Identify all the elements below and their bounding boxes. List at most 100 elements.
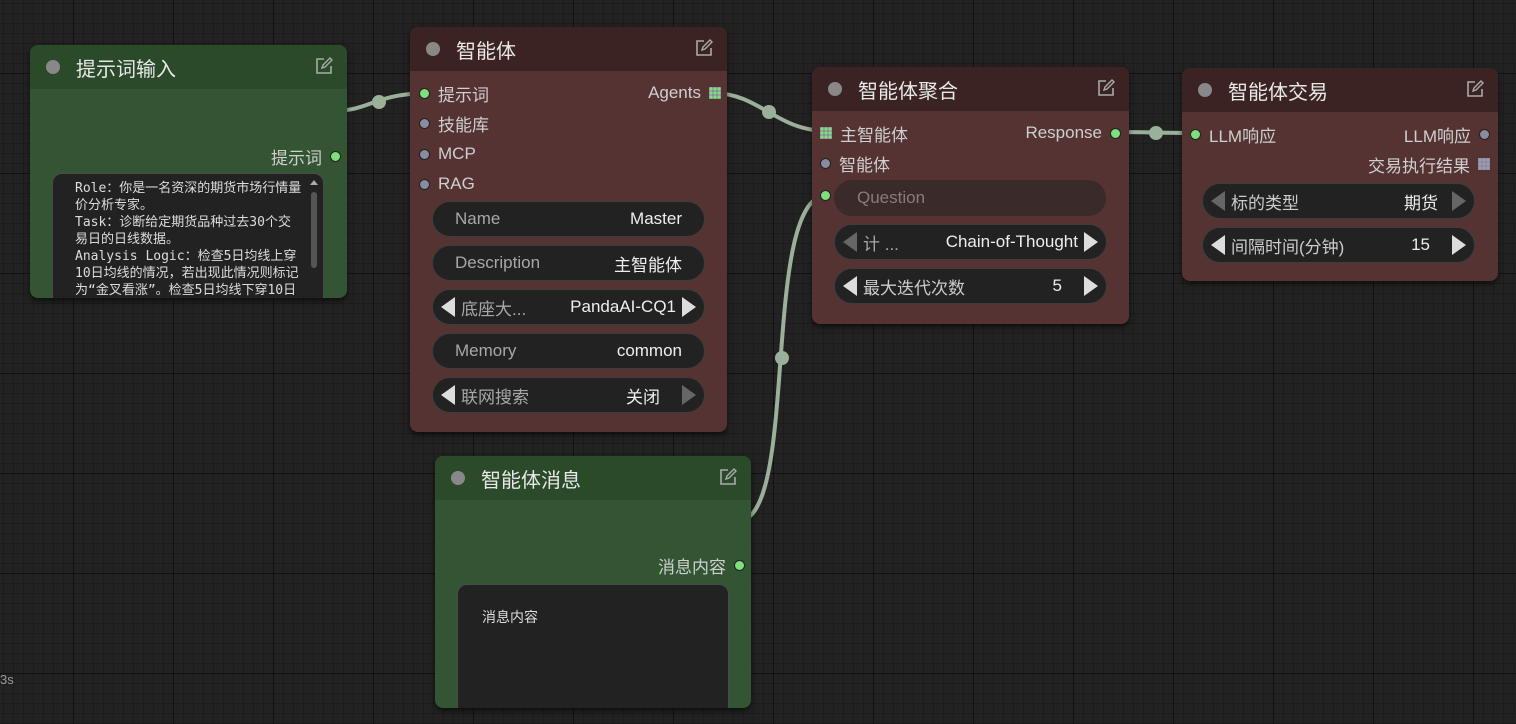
scroll-thumb[interactable] xyxy=(311,192,317,268)
trade-title-bar[interactable]: 智能体交易 xyxy=(1182,68,1498,112)
arrow-right-icon[interactable] xyxy=(1084,276,1098,296)
output-slot-agents[interactable]: Agents xyxy=(648,82,721,104)
node-title: 智能体消息 xyxy=(481,469,581,492)
name-field[interactable]: Name Master xyxy=(432,201,705,237)
output-pin[interactable] xyxy=(1110,127,1121,139)
arrow-left-icon[interactable] xyxy=(843,276,857,296)
slot-label: LLM响应 xyxy=(1209,126,1277,146)
arrow-right-icon[interactable] xyxy=(1084,232,1098,252)
memory-field[interactable]: Memory common xyxy=(432,333,705,369)
message-text: 消息内容 xyxy=(482,609,538,625)
scrollbar[interactable] xyxy=(310,180,318,298)
widget-label: 标的类型 xyxy=(1231,193,1299,213)
output-pin-grid-icon[interactable] xyxy=(709,87,721,99)
output-slot-response[interactable]: Response xyxy=(1025,122,1121,144)
output-slot-trade-result[interactable]: 交易执行结果 xyxy=(1368,153,1490,176)
output-pin[interactable] xyxy=(330,150,341,162)
slot-label: Response xyxy=(1025,123,1102,142)
max-iterations-stepper[interactable]: 最大迭代次数 5 xyxy=(834,268,1107,304)
arrow-left-icon[interactable] xyxy=(843,232,857,252)
slot-label: LLM响应 xyxy=(1403,126,1471,146)
arrow-left-icon[interactable] xyxy=(1211,191,1225,211)
arrow-right-icon[interactable] xyxy=(1452,191,1466,211)
collapse-dot-icon[interactable] xyxy=(451,471,465,485)
message-textarea[interactable]: 消息内容 xyxy=(457,584,729,708)
widget-value: PandaAI-CQ1 xyxy=(570,297,676,316)
widget-value: 15 xyxy=(1411,235,1430,254)
aggregate-title-bar[interactable]: 智能体聚合 xyxy=(812,67,1129,111)
widget-label: 最大迭代次数 xyxy=(863,278,965,298)
output-slot-llm-response[interactable]: LLM响应 xyxy=(1403,123,1490,146)
arrow-right-icon[interactable] xyxy=(682,297,696,317)
collapse-dot-icon[interactable] xyxy=(828,82,842,96)
slot-label: 消息内容 xyxy=(658,557,726,577)
input-pin[interactable] xyxy=(1190,128,1201,140)
output-slot-prompt[interactable]: 提示词 xyxy=(271,145,341,168)
widget-label: Memory xyxy=(455,341,517,360)
agent-trade-node[interactable]: 智能体交易 LLM响应 LLM响应 交易执行结果 标的类型 期货 间隔时间(分钟… xyxy=(1182,68,1498,281)
agent-aggregate-node[interactable]: 智能体聚合 主智能体 智能体 Response Question 计 ... C… xyxy=(812,67,1129,324)
input-slot-mcp[interactable]: MCP xyxy=(419,143,476,165)
scroll-up-icon[interactable] xyxy=(310,180,318,185)
prompt-text: Role：你是一名资深的期货市场行情量价分析专家。 Task：诊断给定期货品种过… xyxy=(75,181,302,298)
message-title-bar[interactable]: 智能体消息 xyxy=(435,456,751,500)
agent-title-bar[interactable]: 智能体 xyxy=(410,27,727,71)
output-slot-message[interactable]: 消息内容 xyxy=(658,554,745,577)
widget-label: 联网搜索 xyxy=(461,387,529,407)
slot-label: Agents xyxy=(648,83,701,102)
fps-readout: 3s xyxy=(0,672,14,687)
input-slot-main-agent[interactable]: 主智能体 xyxy=(820,122,908,145)
input-pin[interactable] xyxy=(419,87,430,99)
output-pin-grid-icon[interactable] xyxy=(1478,158,1490,170)
arrow-left-icon[interactable] xyxy=(1211,235,1225,255)
collapse-dot-icon[interactable] xyxy=(426,42,440,56)
collapse-dot-icon[interactable] xyxy=(46,60,60,74)
node-title: 提示词输入 xyxy=(76,58,176,81)
arrow-right-icon[interactable] xyxy=(1452,235,1466,255)
widget-value: 关闭 xyxy=(626,387,660,407)
widget-label: 计 ... xyxy=(863,234,899,254)
input-pin[interactable] xyxy=(419,117,430,129)
method-combo[interactable]: 计 ... Chain-of-Thought xyxy=(834,224,1107,260)
question-input[interactable]: Question xyxy=(834,180,1106,216)
widget-value: 主智能体 xyxy=(614,255,682,275)
edit-icon[interactable] xyxy=(315,57,333,75)
collapse-dot-icon[interactable] xyxy=(1198,83,1212,97)
edit-icon[interactable] xyxy=(1466,80,1484,98)
input-pin[interactable] xyxy=(820,189,831,201)
agent-node[interactable]: 智能体 提示词 技能库 MCP RAG Agents Name Master D… xyxy=(410,27,727,432)
question-placeholder: Question xyxy=(857,188,926,207)
prompt-input-node[interactable]: 提示词输入 提示词 Role：你是一名资深的期货市场行情量价分析专家。 Task… xyxy=(30,45,347,298)
agent-message-node[interactable]: 智能体消息 消息内容 消息内容 xyxy=(435,456,751,708)
edit-icon[interactable] xyxy=(695,39,713,57)
input-slot-llm-response[interactable]: LLM响应 xyxy=(1190,123,1277,146)
widget-value: common xyxy=(616,341,682,360)
slot-label: RAG xyxy=(438,174,475,193)
slot-label: 智能体 xyxy=(839,155,890,175)
prompt-input-title-bar[interactable]: 提示词输入 xyxy=(30,45,347,89)
input-slot-prompt[interactable]: 提示词 xyxy=(419,82,489,105)
input-pin[interactable] xyxy=(820,157,831,169)
edit-icon[interactable] xyxy=(719,468,737,486)
prompt-textarea[interactable]: Role：你是一名资深的期货市场行情量价分析专家。 Task：诊断给定期货品种过… xyxy=(52,173,324,298)
input-slot-rag[interactable]: RAG xyxy=(419,173,475,195)
arrow-left-icon[interactable] xyxy=(441,297,455,317)
description-field[interactable]: Description 主智能体 xyxy=(432,245,705,281)
edit-icon[interactable] xyxy=(1097,79,1115,97)
slot-label: 交易执行结果 xyxy=(1368,156,1470,176)
asset-type-combo[interactable]: 标的类型 期货 xyxy=(1202,183,1475,219)
input-pin[interactable] xyxy=(419,148,430,160)
widget-label: 间隔时间(分钟) xyxy=(1231,237,1345,257)
base-model-combo[interactable]: 底座大... PandaAI-CQ1 xyxy=(432,289,705,325)
web-search-toggle[interactable]: 联网搜索 关闭 xyxy=(432,377,705,413)
arrow-left-icon[interactable] xyxy=(441,385,455,405)
interval-stepper[interactable]: 间隔时间(分钟) 15 xyxy=(1202,227,1475,263)
arrow-right-icon[interactable] xyxy=(682,385,696,405)
input-pin[interactable] xyxy=(419,178,430,190)
widget-value: 期货 xyxy=(1404,193,1438,213)
input-slot-skills[interactable]: 技能库 xyxy=(419,112,489,135)
input-slot-agent[interactable]: 智能体 xyxy=(820,152,890,175)
output-pin[interactable] xyxy=(1479,128,1490,140)
input-pin-grid-icon[interactable] xyxy=(820,127,832,139)
output-pin[interactable] xyxy=(734,559,745,571)
